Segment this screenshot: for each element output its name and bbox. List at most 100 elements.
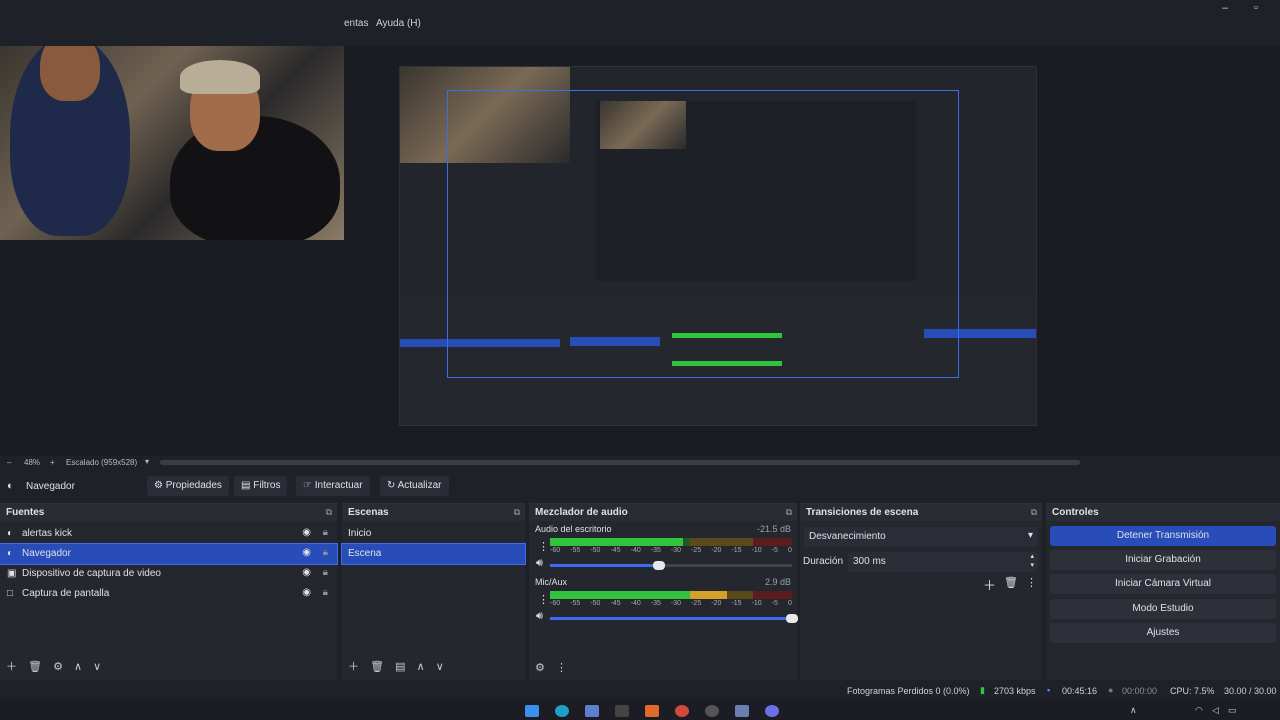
speaker-icon[interactable]: 🔊︎: [536, 557, 543, 570]
scale-mode[interactable]: Escalado (959x528): [66, 458, 137, 467]
minimize-icon[interactable]: –: [1215, 2, 1235, 14]
monitor-icon: □: [7, 588, 14, 599]
meter-tick: -55: [570, 600, 581, 607]
volume-icon[interactable]: ◁: [1212, 705, 1219, 716]
add-icon[interactable]: ＋: [983, 575, 996, 594]
speaker-icon[interactable]: 🔊︎: [536, 610, 543, 623]
stop-streaming-button[interactable]: Detener Transmisión: [1050, 526, 1276, 546]
meter-tick: -55: [570, 547, 581, 554]
obs-icon[interactable]: [705, 705, 719, 717]
tray-chevron-icon[interactable]: ∧: [1130, 705, 1137, 716]
spin-icon[interactable]: ▴ ▾: [1030, 552, 1034, 570]
edge-icon[interactable]: [555, 705, 569, 717]
float-icon[interactable]: ⧉: [1031, 507, 1037, 518]
float-icon[interactable]: ⧉: [326, 507, 332, 518]
float-icon[interactable]: ⧉: [786, 507, 792, 518]
trash-icon[interactable]: 🗑︎: [28, 661, 42, 673]
meter-tick: -10: [751, 600, 762, 607]
meter-tick: -5: [771, 547, 778, 554]
trash-icon[interactable]: 🗑︎: [1004, 576, 1018, 589]
preview-canvas[interactable]: [0, 46, 1280, 456]
add-icon[interactable]: ＋: [348, 661, 359, 673]
more-icon[interactable]: ⋮: [556, 662, 567, 674]
trash-icon[interactable]: 🗑︎: [370, 661, 384, 673]
camera-icon: ▣: [7, 568, 17, 579]
scenes-dock: Escenas ⧉ Inicio Escena ＋ 🗑︎ ▤ ∧ ∨: [341, 503, 526, 680]
more-icon[interactable]: ⋮: [1026, 576, 1037, 589]
scene-item[interactable]: Escena: [341, 543, 526, 565]
transition-select[interactable]: Desvanecimiento ▾: [804, 527, 1038, 547]
channel-name: Mic/Aux: [535, 577, 568, 587]
studio-mode-button[interactable]: Modo Estudio: [1050, 599, 1276, 619]
eye-icon[interactable]: ◉: [302, 567, 311, 578]
meter-fill: [690, 591, 727, 599]
up-icon[interactable]: ∧: [74, 661, 82, 673]
meter-ticks: -60 -55 -50 -45 -40 -35 -30 -25 -20 -15 -10 -5 0: [550, 600, 792, 607]
store-icon[interactable]: [585, 705, 599, 717]
volume-slider[interactable]: [550, 614, 798, 623]
filters-button[interactable]: ▤ Filtros: [234, 476, 288, 496]
source-item[interactable]: ◐ Navegador ◉ 🔒︎: [0, 543, 338, 565]
horizontal-scrollbar[interactable]: [160, 460, 1080, 465]
virtual-camera-button[interactable]: Iniciar Cámara Virtual: [1050, 574, 1276, 594]
lock-icon[interactable]: 🔒︎: [323, 527, 328, 538]
source-selection-box[interactable]: [447, 90, 959, 378]
add-icon[interactable]: ＋: [6, 661, 17, 673]
zoom-level: 48%: [24, 458, 41, 467]
dock-header: Mezclador de audio ⧉: [529, 504, 797, 521]
menu-tools[interactable]: entas: [344, 18, 368, 29]
duration-input[interactable]: 300 ms ▴ ▾: [848, 552, 1038, 572]
float-icon[interactable]: ⧉: [514, 507, 520, 518]
more-icon[interactable]: ⋮: [538, 540, 549, 553]
steam-icon[interactable]: [735, 705, 749, 717]
meter-zone: [690, 538, 754, 546]
menu-help[interactable]: Ayuda (H): [376, 18, 421, 29]
app-icon[interactable]: [645, 705, 659, 717]
maximize-icon[interactable]: ▫: [1246, 2, 1266, 14]
start-recording-button[interactable]: Iniciar Grabación: [1050, 550, 1276, 570]
up-icon[interactable]: ∧: [417, 661, 425, 673]
chevron-down-icon[interactable]: ▾: [145, 457, 149, 466]
menu-bar: entas Ayuda (H) – ▫: [0, 0, 1280, 46]
eye-icon[interactable]: ◉: [302, 587, 311, 598]
windows-start-icon[interactable]: [525, 705, 539, 717]
refresh-button[interactable]: ↻ Actualizar: [380, 476, 449, 496]
eye-icon[interactable]: ◉: [302, 547, 311, 558]
scene-item[interactable]: Inicio: [342, 524, 525, 544]
filter-icon[interactable]: ▤: [395, 661, 405, 673]
lock-icon[interactable]: 🔒︎: [323, 567, 328, 578]
zoom-in-icon[interactable]: +: [50, 458, 55, 467]
stream-icon: ▪: [1047, 685, 1051, 695]
preview-zoom-bar: – 48% + Escalado (959x528) ▾: [0, 456, 1280, 470]
meter-tick: -10: [751, 547, 762, 554]
dock-header: Fuentes ⧉: [0, 504, 337, 521]
wifi-icon[interactable]: ◠: [1195, 705, 1203, 716]
chrome-icon[interactable]: [675, 705, 689, 717]
discord-icon[interactable]: [765, 705, 779, 717]
eye-icon[interactable]: ◉: [302, 527, 311, 538]
source-item[interactable]: ▣ Dispositivo de captura de video ◉ 🔒︎: [0, 564, 337, 584]
meter-ticks: -60 -55 -50 -45 -40 -35 -30 -25 -20 -15 -10 -5 0: [550, 547, 792, 554]
battery-icon[interactable]: ▭: [1228, 705, 1237, 716]
meter-fill: [550, 591, 691, 599]
down-icon[interactable]: ∨: [436, 661, 444, 673]
properties-button[interactable]: ⚙ Propiedades: [147, 476, 229, 496]
interact-button[interactable]: ☞ Interactuar: [296, 476, 370, 496]
channel-name: Audio del escritorio: [535, 524, 612, 534]
source-item[interactable]: ◐ alertas kick ◉ 🔒︎: [0, 524, 337, 544]
meter-tick: -30: [670, 600, 682, 607]
dock-header: Escenas ⧉: [342, 504, 525, 521]
down-icon[interactable]: ∨: [93, 661, 101, 673]
settings-icon[interactable]: ⚙: [535, 662, 545, 674]
dock-header: Transiciones de escena ⧉: [800, 504, 1042, 521]
lock-icon[interactable]: 🔒︎: [323, 587, 328, 598]
volume-slider[interactable]: [550, 561, 792, 570]
lock-icon[interactable]: 🔒︎: [323, 547, 328, 558]
settings-button[interactable]: Ajustes: [1050, 623, 1276, 643]
source-item[interactable]: □ Captura de pantalla ◉ 🔒︎: [0, 584, 337, 604]
more-icon[interactable]: ⋮: [538, 593, 549, 606]
zoom-out-icon[interactable]: –: [7, 458, 11, 467]
meter-zone: [753, 538, 792, 546]
terminal-icon[interactable]: [615, 705, 629, 717]
gear-icon[interactable]: ⚙: [53, 661, 63, 673]
